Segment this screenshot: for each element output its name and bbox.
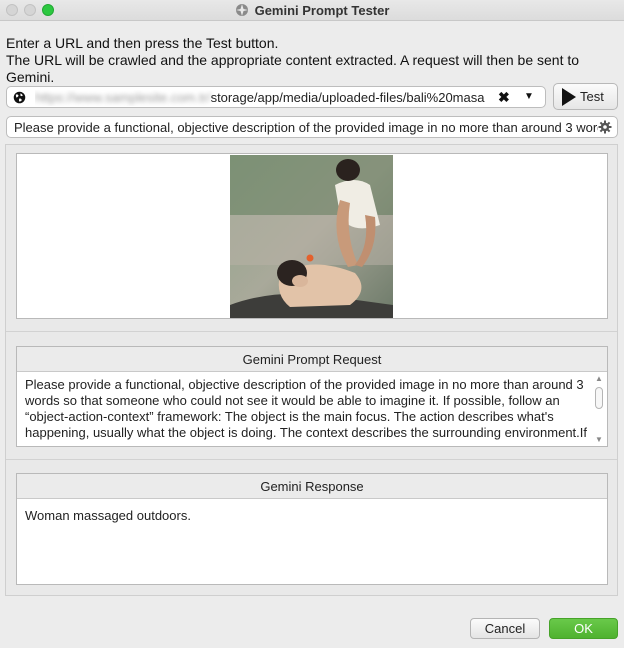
cancel-button[interactable]: Cancel: [470, 618, 540, 639]
clear-icon[interactable]: ✖: [498, 89, 510, 106]
response-text: Woman massaged outdoors.: [25, 508, 191, 523]
divider: [6, 331, 617, 332]
instructions: Enter a URL and then press the Test butt…: [6, 35, 624, 86]
gear-icon[interactable]: [598, 120, 612, 134]
ok-button[interactable]: OK: [549, 618, 618, 639]
request-section: Gemini Prompt Request Please provide a f…: [16, 346, 608, 447]
image-preview: [16, 153, 608, 319]
instructions-line-2: The URL will be crawled and the appropri…: [6, 52, 580, 85]
response-section-title: Gemini Response: [17, 474, 607, 499]
scroll-up-icon[interactable]: ▲: [595, 374, 603, 383]
response-section: Gemini Response Woman massaged outdoors.: [16, 473, 608, 585]
scroll-thumb[interactable]: [595, 387, 603, 409]
window-title: Gemini Prompt Tester: [254, 2, 390, 18]
instructions-line-1: Enter a URL and then press the Test butt…: [6, 35, 279, 51]
url-blurred-prefix: https://www.samplesite.com.tr/: [35, 90, 211, 105]
globe-icon: [13, 91, 26, 104]
url-value: storage/app/media/uploaded-files/bali%20…: [210, 90, 485, 105]
test-button-label: Test: [580, 89, 604, 104]
request-text[interactable]: Please provide a functional, objective d…: [25, 377, 591, 443]
app-icon: [235, 4, 248, 16]
prompt-input[interactable]: Please provide a functional, objective d…: [6, 116, 618, 138]
request-scrollbar[interactable]: ▲ ▼: [593, 374, 605, 444]
preview-photo: [230, 155, 393, 318]
url-input[interactable]: https://www.samplesite.com.tr/storage/ap…: [6, 86, 546, 108]
prompt-value: Please provide a functional, objective d…: [14, 120, 598, 135]
play-icon: [562, 87, 576, 106]
divider: [6, 459, 617, 460]
dropdown-arrow-icon[interactable]: ▼: [524, 91, 534, 102]
title-bar: Gemini Prompt Tester: [0, 0, 624, 21]
request-section-title: Gemini Prompt Request: [17, 347, 607, 372]
scroll-down-icon[interactable]: ▼: [595, 435, 603, 444]
test-button[interactable]: Test: [553, 83, 618, 110]
